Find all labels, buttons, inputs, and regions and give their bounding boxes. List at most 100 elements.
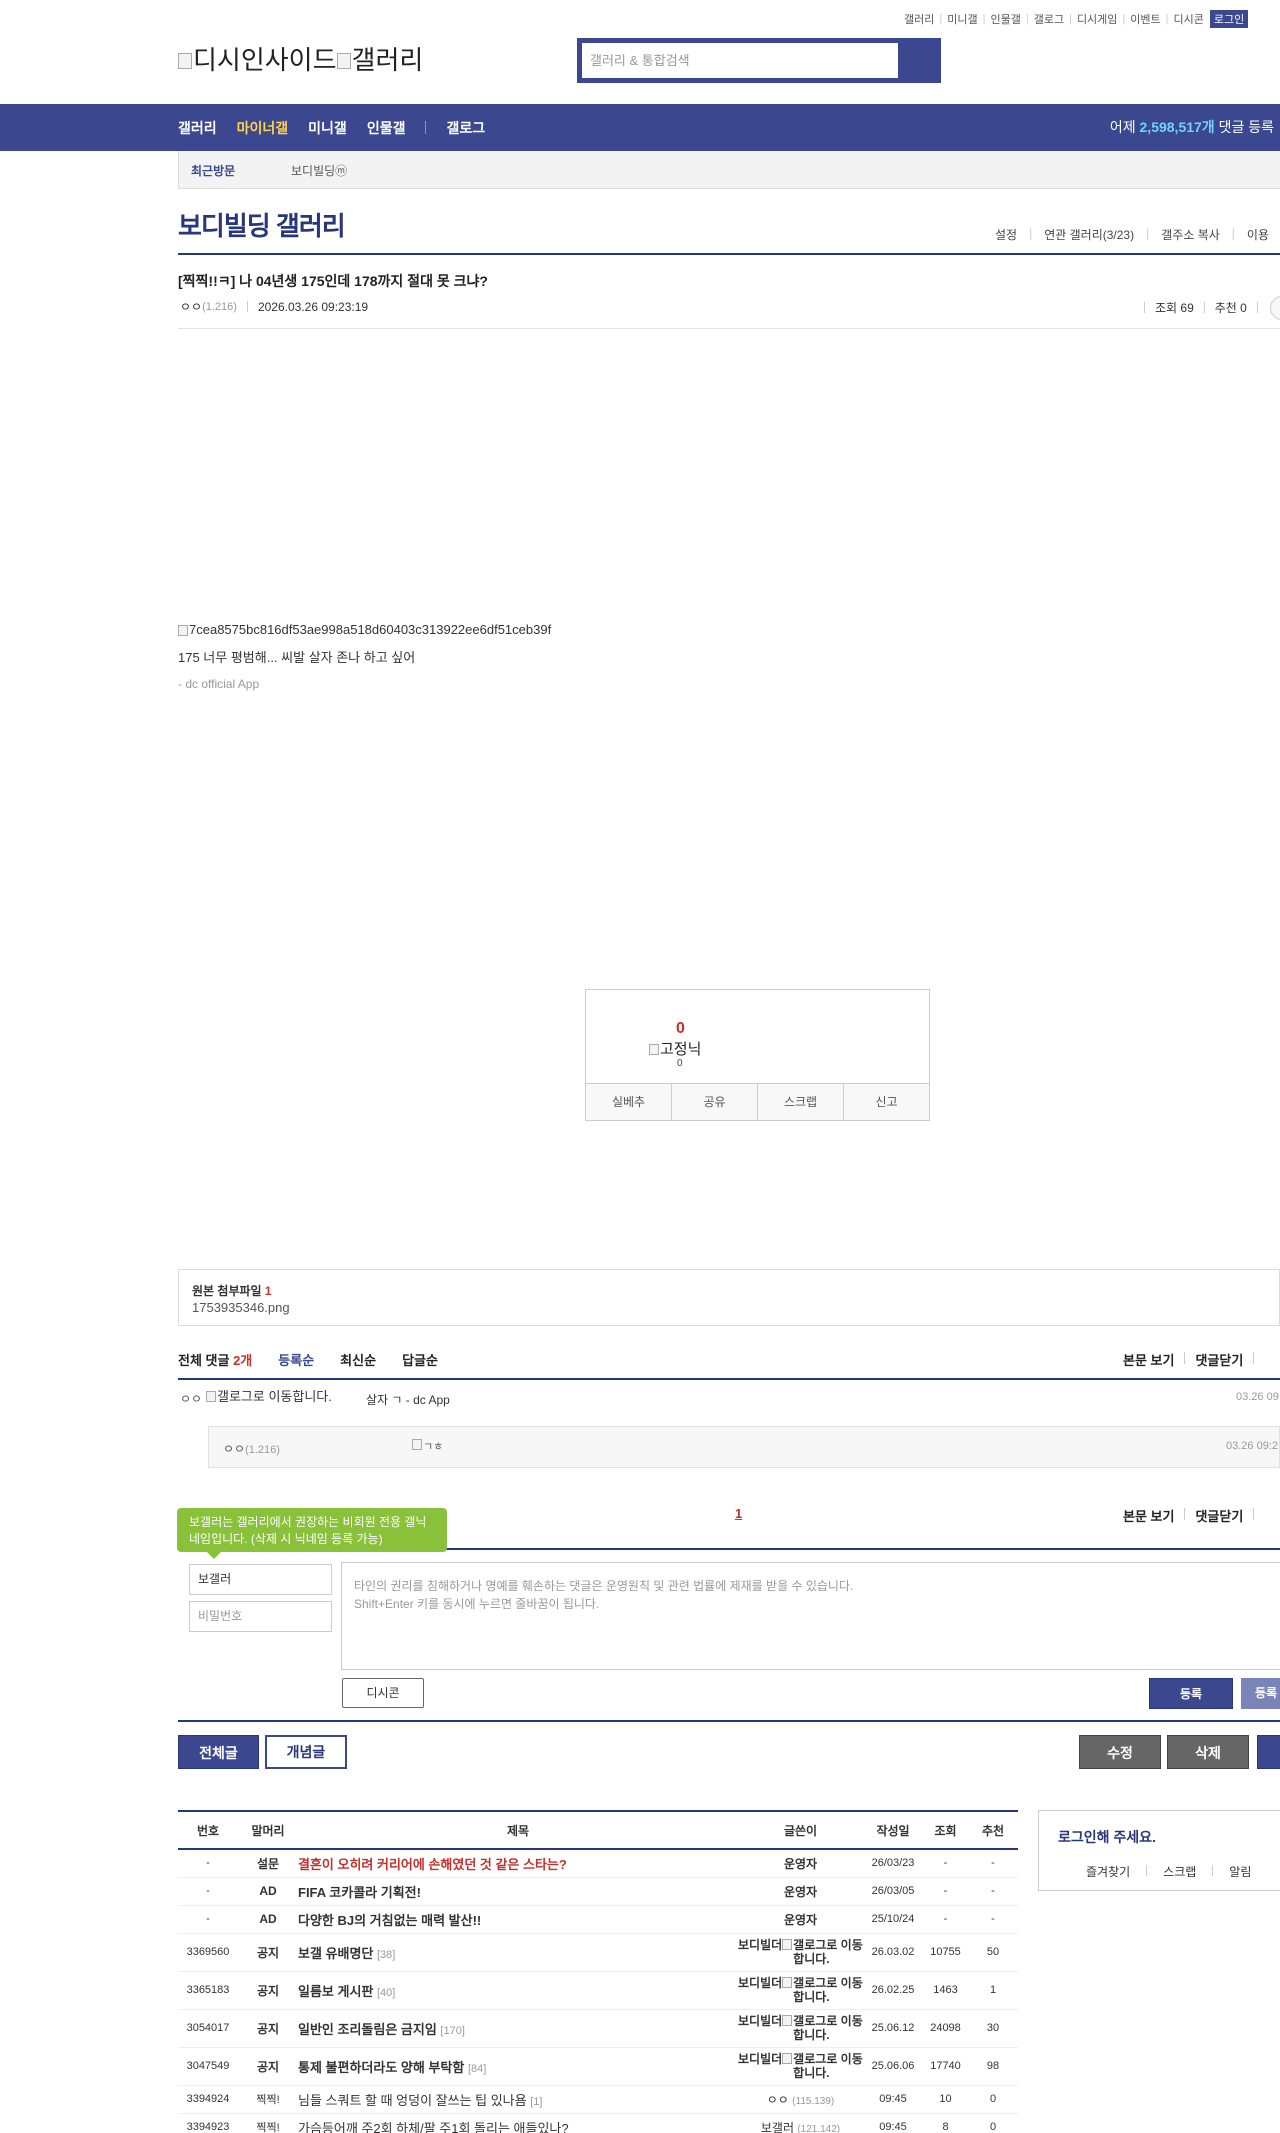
util-person[interactable]: 인물갤 xyxy=(990,11,1020,27)
search-input[interactable]: 갤러리 & 통합검색 xyxy=(582,43,898,78)
concept-posts-button[interactable]: 개념글 xyxy=(265,1735,347,1769)
comment-text: 살자 ㄱ - dc App xyxy=(366,1393,450,1407)
row-title[interactable]: 통제 불편하더라도 양해 부탁함 [84] xyxy=(298,2047,738,2086)
row-number: 3054017 xyxy=(178,2009,238,2048)
delete-button[interactable]: 삭제 xyxy=(1167,1735,1249,1769)
gallery-usage[interactable]: 이용 xyxy=(1247,226,1269,243)
row-views: 10755 xyxy=(923,1933,968,1972)
password-field[interactable]: 비밀번호 xyxy=(189,1601,332,1632)
gallery-settings[interactable]: 설정 xyxy=(995,226,1017,243)
site-logo[interactable]: 디시인사이드 갤러리 xyxy=(178,40,423,77)
row-writer[interactable]: 운영자 xyxy=(738,1849,863,1878)
util-game[interactable]: 디시게임 xyxy=(1077,11,1117,27)
row-title[interactable]: 가슴등어깨 주2회 하체/팔 주1회 돌리는 애들있나? xyxy=(298,2113,738,2133)
login-button[interactable]: 로그인 xyxy=(1209,10,1249,28)
row-writer[interactable]: 운영자 xyxy=(738,1877,863,1906)
attachment-file[interactable]: 1753935346.png xyxy=(192,1300,290,1315)
table-row[interactable]: 3394924 찍찍! 님들 스쿼트 할 때 엉덩이 잘쓰는 팁 있나욤 [1]… xyxy=(178,2085,1018,2114)
row-title[interactable]: 일반인 조리돌림은 금지임 [170] xyxy=(298,2009,738,2048)
reply-writer[interactable]: ㅇㅇ(1.216) xyxy=(223,1440,280,1457)
recent-visit-item[interactable]: 보디빌딩ⓜ xyxy=(291,162,347,179)
sort-reply[interactable]: 답글순 xyxy=(402,1350,438,1369)
table-row[interactable]: 3369560 공지 보갤 유배명단 [38] 보디빌더 갤로그로 이동합니다. … xyxy=(178,1933,1018,1972)
row-date: 26.03.02 xyxy=(863,1933,923,1972)
table-row[interactable]: - AD 다양한 BJ의 거침없는 매력 발산!! 운영자 25/10/24 -… xyxy=(178,1905,1018,1934)
dccon-button[interactable]: 디시콘 xyxy=(342,1678,424,1708)
nav-mini[interactable]: 미니갤 xyxy=(308,118,347,138)
comment-textarea[interactable]: 타인의 권리를 침해하거나 명예를 훼손하는 댓글은 운영원칙 및 관련 법률에… xyxy=(341,1562,1280,1670)
scrap-link[interactable]: 스크랩 xyxy=(1163,1863,1196,1880)
row-date: 09:45 xyxy=(863,2113,923,2133)
util-gallog[interactable]: 갤로그 xyxy=(1034,11,1064,27)
submit-reply-button[interactable]: 등록 xyxy=(1241,1678,1280,1709)
search-button[interactable] xyxy=(898,38,941,83)
comment-gallog-image[interactable]: 갤로그로 이동합니다. xyxy=(206,1390,336,1404)
login-prompt[interactable]: 로그인해 주세요. xyxy=(1058,1827,1156,1847)
comment-page-1[interactable]: 1 xyxy=(735,1506,742,1521)
divider xyxy=(178,328,1280,329)
table-row[interactable]: - AD FIFA 코카콜라 기획전! 운영자 26/03/05 - - xyxy=(178,1877,1018,1906)
related-gallery[interactable]: 연관 갤러리(3/23) xyxy=(1044,226,1134,243)
gallery-title[interactable]: 보디빌딩 갤러리 xyxy=(178,206,346,243)
copy-address[interactable]: 갤주소 복사 xyxy=(1161,226,1220,243)
row-writer[interactable]: 운영자 xyxy=(738,1905,863,1934)
view-body-button[interactable]: 본문 보기 xyxy=(1123,1350,1174,1369)
table-row[interactable]: 3054017 공지 일반인 조리돌림은 금지임 [170] 보디빌더 갤로그로 … xyxy=(178,2009,1018,2048)
nav-person[interactable]: 인물갤 xyxy=(367,118,406,138)
post-writer[interactable]: ㅇㅇ xyxy=(180,298,202,315)
table-row[interactable]: - 설문 결혼이 오히려 커리어에 손해였던 것 같은 스타는? 운영자 26/… xyxy=(178,1849,1018,1878)
notification-link[interactable]: 알림 xyxy=(1229,1863,1251,1880)
nickname-field[interactable]: 보갤러 xyxy=(189,1564,332,1595)
nav-gallery[interactable]: 갤러리 xyxy=(178,118,217,138)
util-dccon[interactable]: 디시콘 xyxy=(1174,11,1204,27)
row-writer[interactable]: 보디빌더 갤로그로 이동합니다. xyxy=(738,2047,863,2086)
row-title[interactable]: 결혼이 오히려 커리어에 손해였던 것 같은 스타는? xyxy=(298,1849,738,1878)
write-button[interactable] xyxy=(1257,1735,1280,1769)
global-nav: 갤러리 마이너갤 미니갤 인물갤 갤로그 어제 2,598,517개 댓글 등록 xyxy=(0,104,1280,151)
post-image[interactable]: 7cea8575bc816df53ae998a518d60403c313922e… xyxy=(178,622,551,637)
nav-gallog[interactable]: 갤로그 xyxy=(446,118,485,138)
row-writer[interactable]: 보디빌더 갤로그로 이동합니다. xyxy=(738,1971,863,2010)
table-row[interactable]: 3394923 찍찍! 가슴등어깨 주2회 하체/팔 주1회 돌리는 애들있나?… xyxy=(178,2113,1018,2133)
sort-latest[interactable]: 최신순 xyxy=(340,1350,376,1369)
row-title[interactable]: FIFA 코카콜라 기획전! xyxy=(298,1877,738,1906)
nav-minor[interactable]: 마이너갤 xyxy=(237,118,289,138)
row-title[interactable]: 일름보 게시판 [40] xyxy=(298,1971,738,2010)
util-gallery[interactable]: 갤러리 xyxy=(904,11,934,27)
scrap-button[interactable]: 스크랩 xyxy=(758,1084,844,1120)
row-writer[interactable]: 보디빌더 갤로그로 이동합니다. xyxy=(738,2009,863,2048)
row-writer[interactable]: 보디빌더 갤로그로 이동합니다. xyxy=(738,1933,863,1972)
comment-writer[interactable]: ㅇㅇ xyxy=(180,1390,202,1407)
util-event[interactable]: 이벤트 xyxy=(1130,11,1160,27)
edit-button[interactable]: 수정 xyxy=(1079,1735,1161,1769)
table-row[interactable]: 3047549 공지 통제 불편하더라도 양해 부탁함 [84] 보디빌더 갤로그… xyxy=(178,2047,1018,2086)
post-list-table: 번호 말머리 제목 글쓴이 작성일 조회 추천 - 설문 결혼이 오히려 커리어… xyxy=(178,1810,1018,2133)
fixed-nick-recommend[interactable]: 고정닉 xyxy=(649,1038,701,1059)
row-title[interactable]: 님들 스쿼트 할 때 엉덩이 잘쓰는 팁 있나욤 [1] xyxy=(298,2085,738,2114)
row-head: 찍찍! xyxy=(238,2113,298,2133)
report-button[interactable]: 신고 xyxy=(844,1084,929,1120)
submit-comment-button[interactable]: 등록 xyxy=(1149,1678,1233,1709)
all-posts-button[interactable]: 전체글 xyxy=(178,1735,259,1769)
util-minor[interactable]: 미니갤 xyxy=(947,11,977,27)
view-body-button-2[interactable]: 본문 보기 xyxy=(1123,1506,1174,1525)
share-button[interactable]: 공유 xyxy=(672,1084,758,1120)
table-row[interactable]: 3365183 공지 일름보 게시판 [40] 보디빌더 갤로그로 이동합니다. … xyxy=(178,1971,1018,2010)
share-circle-button[interactable] xyxy=(1270,296,1280,320)
real-best-button[interactable]: 실베추 xyxy=(586,1084,672,1120)
close-comments-button[interactable]: 댓글닫기 xyxy=(1195,1350,1243,1369)
sort-registered[interactable]: 등록순 xyxy=(278,1350,314,1369)
post-signature: - dc official App xyxy=(178,677,260,691)
favorites-link[interactable]: 즐겨찾기 xyxy=(1086,1863,1130,1880)
row-writer[interactable]: ㅇㅇ (115.139) xyxy=(738,2085,863,2114)
row-views: 10 xyxy=(923,2085,968,2114)
comment-date: 03.26 09 xyxy=(1236,1391,1279,1403)
row-writer[interactable]: 보갤러 (121.142) xyxy=(738,2113,863,2133)
comment-stat: 어제 2,598,517개 댓글 등록 xyxy=(1109,119,1274,135)
row-date: 09:45 xyxy=(863,2085,923,2114)
row-title[interactable]: 보갤 유배명단 [38] xyxy=(298,1933,738,1972)
close-comments-button-2[interactable]: 댓글닫기 xyxy=(1195,1506,1243,1525)
row-head: 설문 xyxy=(238,1849,298,1878)
row-views: 8 xyxy=(923,2113,968,2133)
row-title[interactable]: 다양한 BJ의 거침없는 매력 발산!! xyxy=(298,1905,738,1934)
